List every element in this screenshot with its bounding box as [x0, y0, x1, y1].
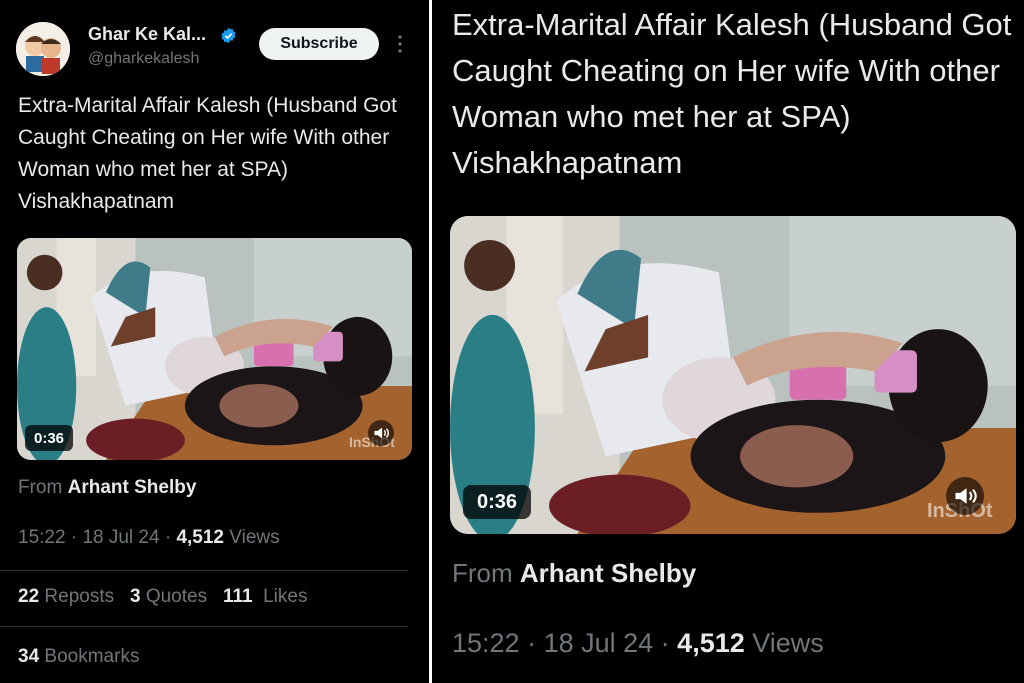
likes-label: Likes [263, 586, 308, 607]
engagement-stats: 22 Reposts 3 Quotes 111 Likes [18, 586, 307, 608]
likes-count: 111 [222, 586, 253, 607]
avatar-cartoon-icon [16, 22, 70, 76]
likes-stat[interactable]: 111 Likes [223, 586, 308, 607]
tweet-meta-zoomed: 15:22 · 18 Jul 24 · 4,512 Views [452, 628, 824, 658]
tweet-time[interactable]: 15:22 [18, 527, 66, 548]
video-frame [17, 238, 412, 460]
bookmarks-stat[interactable]: 34 Bookmarks [18, 646, 139, 668]
divider [0, 626, 408, 627]
bookmarks-count: 34 [18, 646, 40, 667]
source-name[interactable]: Arhant Shelby [520, 558, 696, 588]
tweet-time[interactable]: 15:22 [452, 628, 520, 658]
video-thumbnail-zoomed[interactable]: InShOt [450, 216, 1016, 534]
quotes-label: Quotes [145, 586, 208, 607]
left-tweet-panel: Ghar Ke Kal... @gharkekalesh Subscribe E… [0, 0, 429, 683]
tweet-date[interactable]: 18 Jul 24 [544, 628, 654, 658]
verified-badge-icon [221, 27, 236, 44]
reposts-label: Reposts [44, 586, 115, 607]
video-duration-badge-zoomed: 0:36 [463, 485, 531, 519]
source-attribution-zoomed: From Arhant Shelby [452, 558, 696, 589]
author-avatar[interactable] [16, 22, 70, 76]
reposts-count: 22 [18, 586, 40, 607]
subscribe-button[interactable]: Subscribe [259, 28, 379, 60]
source-attribution: From Arhant Shelby [18, 477, 196, 499]
bookmarks-label: Bookmarks [44, 646, 140, 667]
video-thumbnail[interactable]: InShOt [17, 238, 412, 460]
speaker-muted-icon[interactable] [946, 477, 984, 515]
tweet-date[interactable]: 18 Jul 24 [82, 527, 159, 548]
divider [0, 570, 408, 571]
tweet-text-zoomed: Extra-Marital Affair Kalesh (Husband Got… [452, 7, 1012, 180]
source-name[interactable]: Arhant Shelby [68, 477, 197, 498]
speaker-muted-icon[interactable] [368, 420, 394, 446]
views-count: 4,512 [176, 527, 224, 548]
author-name[interactable]: Ghar Ke Kal... [88, 24, 206, 45]
video-frame-zoomed [450, 216, 1016, 534]
views-label: Views [229, 527, 280, 548]
more-options-icon[interactable] [398, 34, 402, 54]
source-prefix: From [18, 477, 63, 498]
reposts-stat[interactable]: 22 Reposts [18, 586, 114, 607]
author-handle[interactable]: @gharkekalesh [88, 50, 199, 68]
quotes-stat[interactable]: 3 Quotes [130, 586, 207, 607]
video-duration-badge: 0:36 [25, 425, 73, 451]
views-label: Views [752, 628, 824, 658]
views-count: 4,512 [677, 628, 745, 658]
tweet-text: Extra-Marital Affair Kalesh (Husband Got… [18, 94, 397, 213]
tweet-meta: 15:22 · 18 Jul 24 · 4,512 Views [18, 527, 280, 548]
quotes-count: 3 [129, 586, 141, 607]
source-prefix: From [452, 558, 513, 588]
